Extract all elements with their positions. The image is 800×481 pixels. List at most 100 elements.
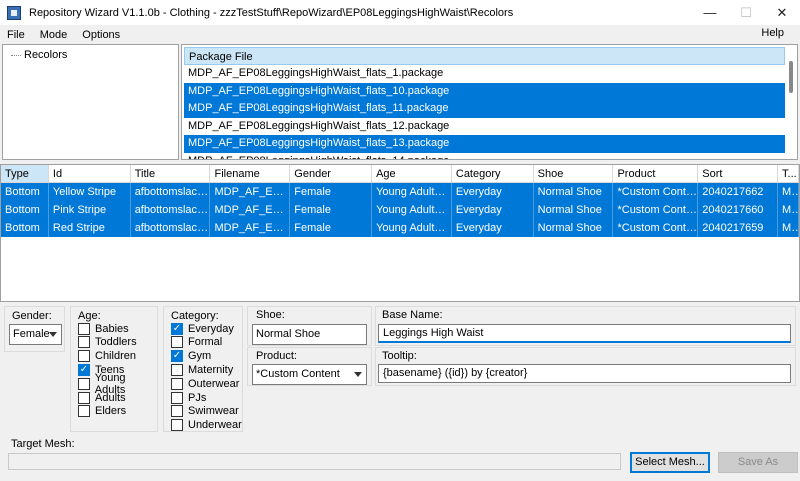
checkbox-box[interactable] — [78, 377, 90, 390]
menu-file[interactable]: File — [0, 29, 33, 41]
tree-connector — [11, 54, 21, 56]
checkbox-box[interactable] — [171, 363, 183, 376]
column-header[interactable]: Category — [451, 165, 534, 183]
column-header[interactable]: Type — [1, 165, 49, 183]
table-cell: Red Stripe — [49, 219, 131, 237]
column-header[interactable]: Gender — [290, 165, 373, 183]
scrollbar-thumb[interactable] — [789, 61, 793, 93]
package-row[interactable]: MDP_AF_EP08LeggingsHighWaist_flats_1.pac… — [184, 65, 785, 83]
tooltip-input[interactable]: {basename} ({id}) by {creator} — [378, 364, 791, 383]
category-checkbox-underwear[interactable]: Underwear — [171, 419, 242, 432]
checkmark-icon[interactable]: ✓ — [78, 363, 90, 376]
select-mesh-button[interactable]: Select Mesh... — [630, 452, 710, 473]
package-row[interactable]: MDP_AF_EP08LeggingsHighWaist_flats_14.pa… — [184, 153, 785, 160]
package-row[interactable]: MDP_AF_EP08LeggingsHighWaist_flats_12.pa… — [184, 118, 785, 136]
age-checkbox-children[interactable]: Children — [78, 350, 136, 363]
checkbox-box[interactable] — [78, 322, 90, 335]
gender-value: Female — [13, 328, 50, 340]
table-cell: 2040217659 — [698, 219, 779, 237]
column-header[interactable]: Title — [130, 165, 211, 183]
folder-tree[interactable]: Recolors — [2, 44, 179, 160]
checkbox-box[interactable] — [78, 405, 90, 418]
items-grid[interactable]: Type Id Title Filename Gender Age Category Shoe… — [0, 164, 800, 302]
table-cell: *Custom Content — [613, 219, 699, 237]
table-row[interactable]: Bottom Yellow Stripe afbottomslacks... MDP_… — [1, 183, 799, 201]
minimize-button[interactable]: — — [692, 0, 728, 25]
category-checkbox-gym[interactable]: ✓ Gym — [171, 350, 211, 363]
package-row[interactable]: MDP_AF_EP08LeggingsHighWaist_flats_13.pa… — [184, 135, 785, 153]
table-cell: Bottom — [1, 219, 49, 237]
category-checkbox-outerwear[interactable]: Outerwear — [171, 377, 239, 390]
checkbox-box[interactable] — [78, 336, 90, 349]
checkbox-label: PJs — [188, 391, 207, 404]
category-group: Category: ✓ Everyday Formal ✓ Gym Maternity Ou… — [163, 306, 243, 432]
table-row[interactable]: Bottom Red Stripe afbottomslacks... MDP_AF_… — [1, 219, 799, 237]
tree-item-recolors[interactable]: Recolors — [11, 49, 67, 61]
category-checkbox-swimwear[interactable]: Swimwear — [171, 405, 239, 418]
checkbox-label: Toddlers — [95, 336, 137, 349]
checkbox-box[interactable] — [171, 377, 183, 390]
column-header[interactable]: Id — [48, 165, 131, 183]
table-cell: 2040217660 — [698, 201, 779, 219]
checkbox-label: Underwear — [188, 419, 242, 432]
basename-label: Base Name: — [382, 309, 443, 321]
checkbox-label: Babies — [95, 322, 129, 335]
age-checkbox-toddlers[interactable]: Toddlers — [78, 336, 137, 349]
maximize-button[interactable]: ☐ — [728, 0, 764, 25]
checkbox-box[interactable] — [78, 350, 90, 363]
age-checkbox-young-adults[interactable]: Young Adults — [78, 372, 157, 396]
package-file-list[interactable]: Package File MDP_AF_EP08LeggingsHighWais… — [181, 44, 798, 160]
checkbox-label: Formal — [188, 336, 223, 349]
table-cell: *Custom Content — [613, 201, 699, 219]
age-group: Age: Babies Toddlers Children ✓ Teens Young A… — [70, 306, 158, 432]
checkbox-box[interactable] — [171, 419, 183, 432]
checkbox-label: Adults — [95, 391, 126, 404]
table-cell: M... — [778, 183, 799, 201]
table-cell: Everyday — [452, 219, 534, 237]
chevron-down-icon — [49, 332, 57, 337]
menu-help[interactable]: Help — [754, 27, 792, 39]
category-checkbox-everyday[interactable]: ✓ Everyday — [171, 322, 234, 335]
category-checkbox-formal[interactable]: Formal — [171, 336, 222, 349]
product-select[interactable]: *Custom Content — [252, 364, 367, 385]
category-checkbox-pjs[interactable]: PJs — [171, 391, 206, 404]
column-header[interactable]: Age — [372, 165, 452, 183]
category-checkbox-maternity[interactable]: Maternity — [171, 363, 233, 376]
package-row[interactable]: MDP_AF_EP08LeggingsHighWaist_flats_10.pa… — [184, 82, 785, 100]
column-header[interactable]: Product — [613, 165, 699, 183]
table-row[interactable]: Bottom Pink Stripe afbottomslacks... MDP_AF… — [1, 201, 799, 219]
package-list-scrollbar[interactable] — [786, 47, 796, 159]
target-mesh-field[interactable] — [8, 453, 621, 470]
shoe-label: Shoe: — [256, 309, 285, 321]
column-header[interactable]: T... — [778, 165, 799, 183]
close-button[interactable]: ✕ — [764, 0, 800, 25]
checkbox-box[interactable] — [78, 391, 90, 404]
checkmark-icon[interactable]: ✓ — [171, 350, 183, 363]
table-cell: MDP_AF_EP0... — [210, 183, 291, 201]
age-checkbox-elders[interactable]: Elders — [78, 405, 126, 418]
column-header[interactable]: Filename — [210, 165, 291, 183]
gender-select[interactable]: Female — [9, 324, 62, 345]
checkbox-box[interactable] — [171, 391, 183, 404]
menu-options[interactable]: Options — [75, 29, 128, 41]
checkbox-box[interactable] — [171, 336, 183, 349]
table-cell: Young Adults ,... — [372, 201, 452, 219]
basename-input[interactable]: Leggings High Waist — [378, 324, 791, 343]
checkbox-label: Maternity — [188, 363, 234, 376]
package-file-header[interactable]: Package File — [184, 47, 785, 65]
table-cell: afbottomslacks... — [131, 201, 211, 219]
shoe-select[interactable]: Normal Shoe — [252, 324, 367, 345]
menu-mode[interactable]: Mode — [33, 29, 76, 41]
app-icon — [7, 5, 21, 20]
column-header[interactable]: Shoe — [533, 165, 614, 183]
checkbox-box[interactable] — [171, 405, 183, 418]
checkmark-icon[interactable]: ✓ — [171, 322, 183, 335]
gender-group: Gender: Female — [4, 306, 65, 352]
package-row[interactable]: MDP_AF_EP08LeggingsHighWaist_flats_11.pa… — [184, 100, 785, 118]
save-as-button[interactable]: Save As — [718, 452, 798, 473]
age-checkbox-babies[interactable]: Babies — [78, 322, 129, 335]
shoe-value: Normal Shoe — [256, 328, 321, 340]
column-header[interactable]: Sort — [698, 165, 779, 183]
grid-header: Type Id Title Filename Gender Age Category Shoe… — [1, 165, 799, 183]
age-checkbox-adults[interactable]: Adults — [78, 391, 126, 404]
